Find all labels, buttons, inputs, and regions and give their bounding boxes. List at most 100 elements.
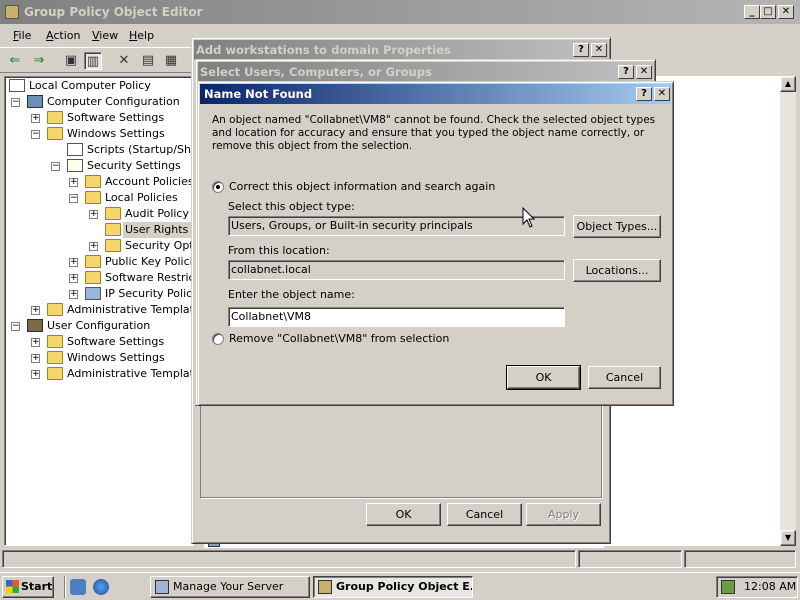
tree-pane: Local Computer Policy − Computer Configu… — [4, 76, 260, 546]
back-arrow-icon[interactable]: ⇐ — [6, 52, 24, 70]
radio-correct-object[interactable] — [212, 181, 224, 193]
taskbar-item-manage-server[interactable]: Manage Your Server — [150, 576, 310, 598]
expand-icon[interactable]: + — [69, 178, 78, 187]
expand-icon[interactable]: + — [89, 210, 98, 219]
collapse-icon[interactable]: − — [11, 98, 20, 107]
expand-icon[interactable]: + — [31, 338, 40, 347]
ok-button[interactable]: OK — [506, 365, 581, 390]
forward-arrow-icon[interactable]: ⇒ — [30, 52, 48, 70]
maximize-button[interactable]: □ — [760, 5, 776, 19]
tree-item-label: Windows Settings — [67, 127, 165, 140]
expand-icon[interactable]: + — [31, 306, 40, 315]
radio-remove-label[interactable]: Remove "Collabnet\VM8" from selection — [229, 332, 449, 345]
close-button[interactable]: ✕ — [654, 87, 670, 101]
properties-title: Add workstations to domain Properties — [196, 43, 451, 57]
folder-icon — [85, 175, 101, 188]
properties-icon[interactable]: ▤ — [139, 52, 157, 70]
security-icon — [67, 159, 83, 172]
close-button[interactable]: ✕ — [778, 5, 794, 19]
delete-x-icon[interactable]: ✕ — [115, 52, 133, 70]
properties-tab-panel — [200, 398, 602, 498]
cancel-button[interactable]: Cancel — [447, 503, 522, 526]
menu-view-label: iew — [99, 29, 119, 42]
policy-icon — [9, 79, 25, 92]
radio-correct-label[interactable]: Correct this object information and sear… — [229, 180, 495, 193]
tree-item-label: Audit Policy — [125, 207, 189, 220]
start-label: Start — [21, 580, 53, 593]
menu-file[interactable]: File — [13, 29, 31, 42]
show-tree-icon[interactable]: ▥ — [84, 52, 102, 70]
windows-logo-icon — [6, 580, 19, 593]
status-bar — [0, 548, 800, 570]
cancel-button[interactable]: Cancel — [588, 366, 661, 389]
desktop-icon[interactable] — [70, 579, 86, 595]
object-name-input[interactable]: Collabnet\VM8 — [228, 307, 565, 327]
help-button[interactable]: ? — [618, 65, 634, 79]
properties-title-bar[interactable]: Add workstations to domain Properties ? … — [194, 40, 608, 60]
close-button[interactable]: ✕ — [591, 43, 607, 57]
expand-icon[interactable]: + — [31, 370, 40, 379]
collapse-icon[interactable]: − — [69, 194, 78, 203]
apply-button[interactable]: Apply — [526, 503, 601, 526]
task-label: Manage Your Server — [173, 580, 284, 593]
folder-icon — [47, 111, 63, 124]
folder-icon — [47, 367, 63, 380]
tree-item-label: Administrative Templates — [67, 367, 207, 380]
main-title: Group Policy Object Editor — [24, 5, 203, 19]
radio-remove-object[interactable] — [212, 333, 224, 345]
taskbar-item-gpedit[interactable]: Group Policy Object E... — [313, 576, 473, 598]
ie-icon[interactable] — [93, 579, 109, 595]
clock[interactable]: 12:08 AM — [744, 580, 796, 593]
folder-icon — [85, 191, 101, 204]
up-folder-icon[interactable]: ▣ — [62, 52, 80, 70]
collapse-icon[interactable]: − — [51, 162, 60, 171]
menu-view[interactable]: View — [92, 29, 118, 42]
server-icon — [155, 580, 169, 594]
location-field: collabnet.local — [228, 260, 565, 280]
object-type-label: Select this object type: — [228, 200, 355, 213]
locations-button[interactable]: Locations... — [573, 259, 661, 282]
menu-action[interactable]: Action — [46, 29, 80, 42]
main-title-bar[interactable]: Group Policy Object Editor _ □ ✕ — [0, 0, 800, 24]
scroll-up-icon[interactable]: ▲ — [780, 76, 796, 92]
menu-help-label: elp — [137, 29, 155, 42]
expand-icon[interactable]: + — [31, 354, 40, 363]
folder-icon — [105, 239, 121, 252]
folder-icon — [47, 351, 63, 364]
folder-icon — [47, 335, 63, 348]
minimize-button[interactable]: _ — [744, 5, 760, 19]
collapse-icon[interactable]: − — [31, 130, 40, 139]
scripts-icon — [67, 143, 83, 156]
ipsec-icon — [85, 287, 101, 300]
location-label: From this location: — [228, 244, 330, 257]
expand-icon[interactable]: + — [69, 258, 78, 267]
select-users-title-bar[interactable]: Select Users, Computers, or Groups ? ✕ — [198, 62, 653, 82]
expand-icon[interactable]: + — [69, 274, 78, 283]
name-not-found-title: Name Not Found — [204, 87, 313, 101]
system-tray: 12:08 AM — [716, 576, 798, 598]
object-types-button[interactable]: Object Types... — [573, 215, 661, 238]
expand-icon[interactable]: + — [89, 242, 98, 251]
folder-icon — [85, 255, 101, 268]
collapse-icon[interactable]: − — [11, 322, 20, 331]
menu-help[interactable]: Help — [129, 29, 154, 42]
name-not-found-title-bar[interactable]: Name Not Found ? ✕ — [200, 84, 671, 104]
expand-icon[interactable]: + — [31, 114, 40, 123]
ok-button[interactable]: OK — [366, 503, 441, 526]
error-message: An object named "Collabnet\VM8" cannot b… — [212, 114, 656, 152]
network-tray-icon[interactable] — [721, 580, 735, 594]
user-icon — [27, 319, 43, 332]
menu-file-label: ile — [18, 29, 32, 42]
start-button[interactable]: Start — [2, 576, 54, 598]
scroll-down-icon[interactable]: ▼ — [780, 530, 796, 546]
tree-item-label: Administrative Templates — [67, 303, 207, 316]
expand-icon[interactable]: + — [69, 290, 78, 299]
vertical-scrollbar[interactable]: ▲ ▼ — [780, 76, 796, 546]
help-button[interactable]: ? — [573, 43, 589, 57]
tree-item-label: Software Settings — [67, 111, 165, 124]
export-list-icon[interactable]: ▦ — [162, 52, 180, 70]
tree-item-label: Software Settings — [67, 335, 165, 348]
close-button[interactable]: ✕ — [636, 65, 652, 79]
folder-icon — [47, 303, 63, 316]
help-button[interactable]: ? — [636, 87, 652, 101]
